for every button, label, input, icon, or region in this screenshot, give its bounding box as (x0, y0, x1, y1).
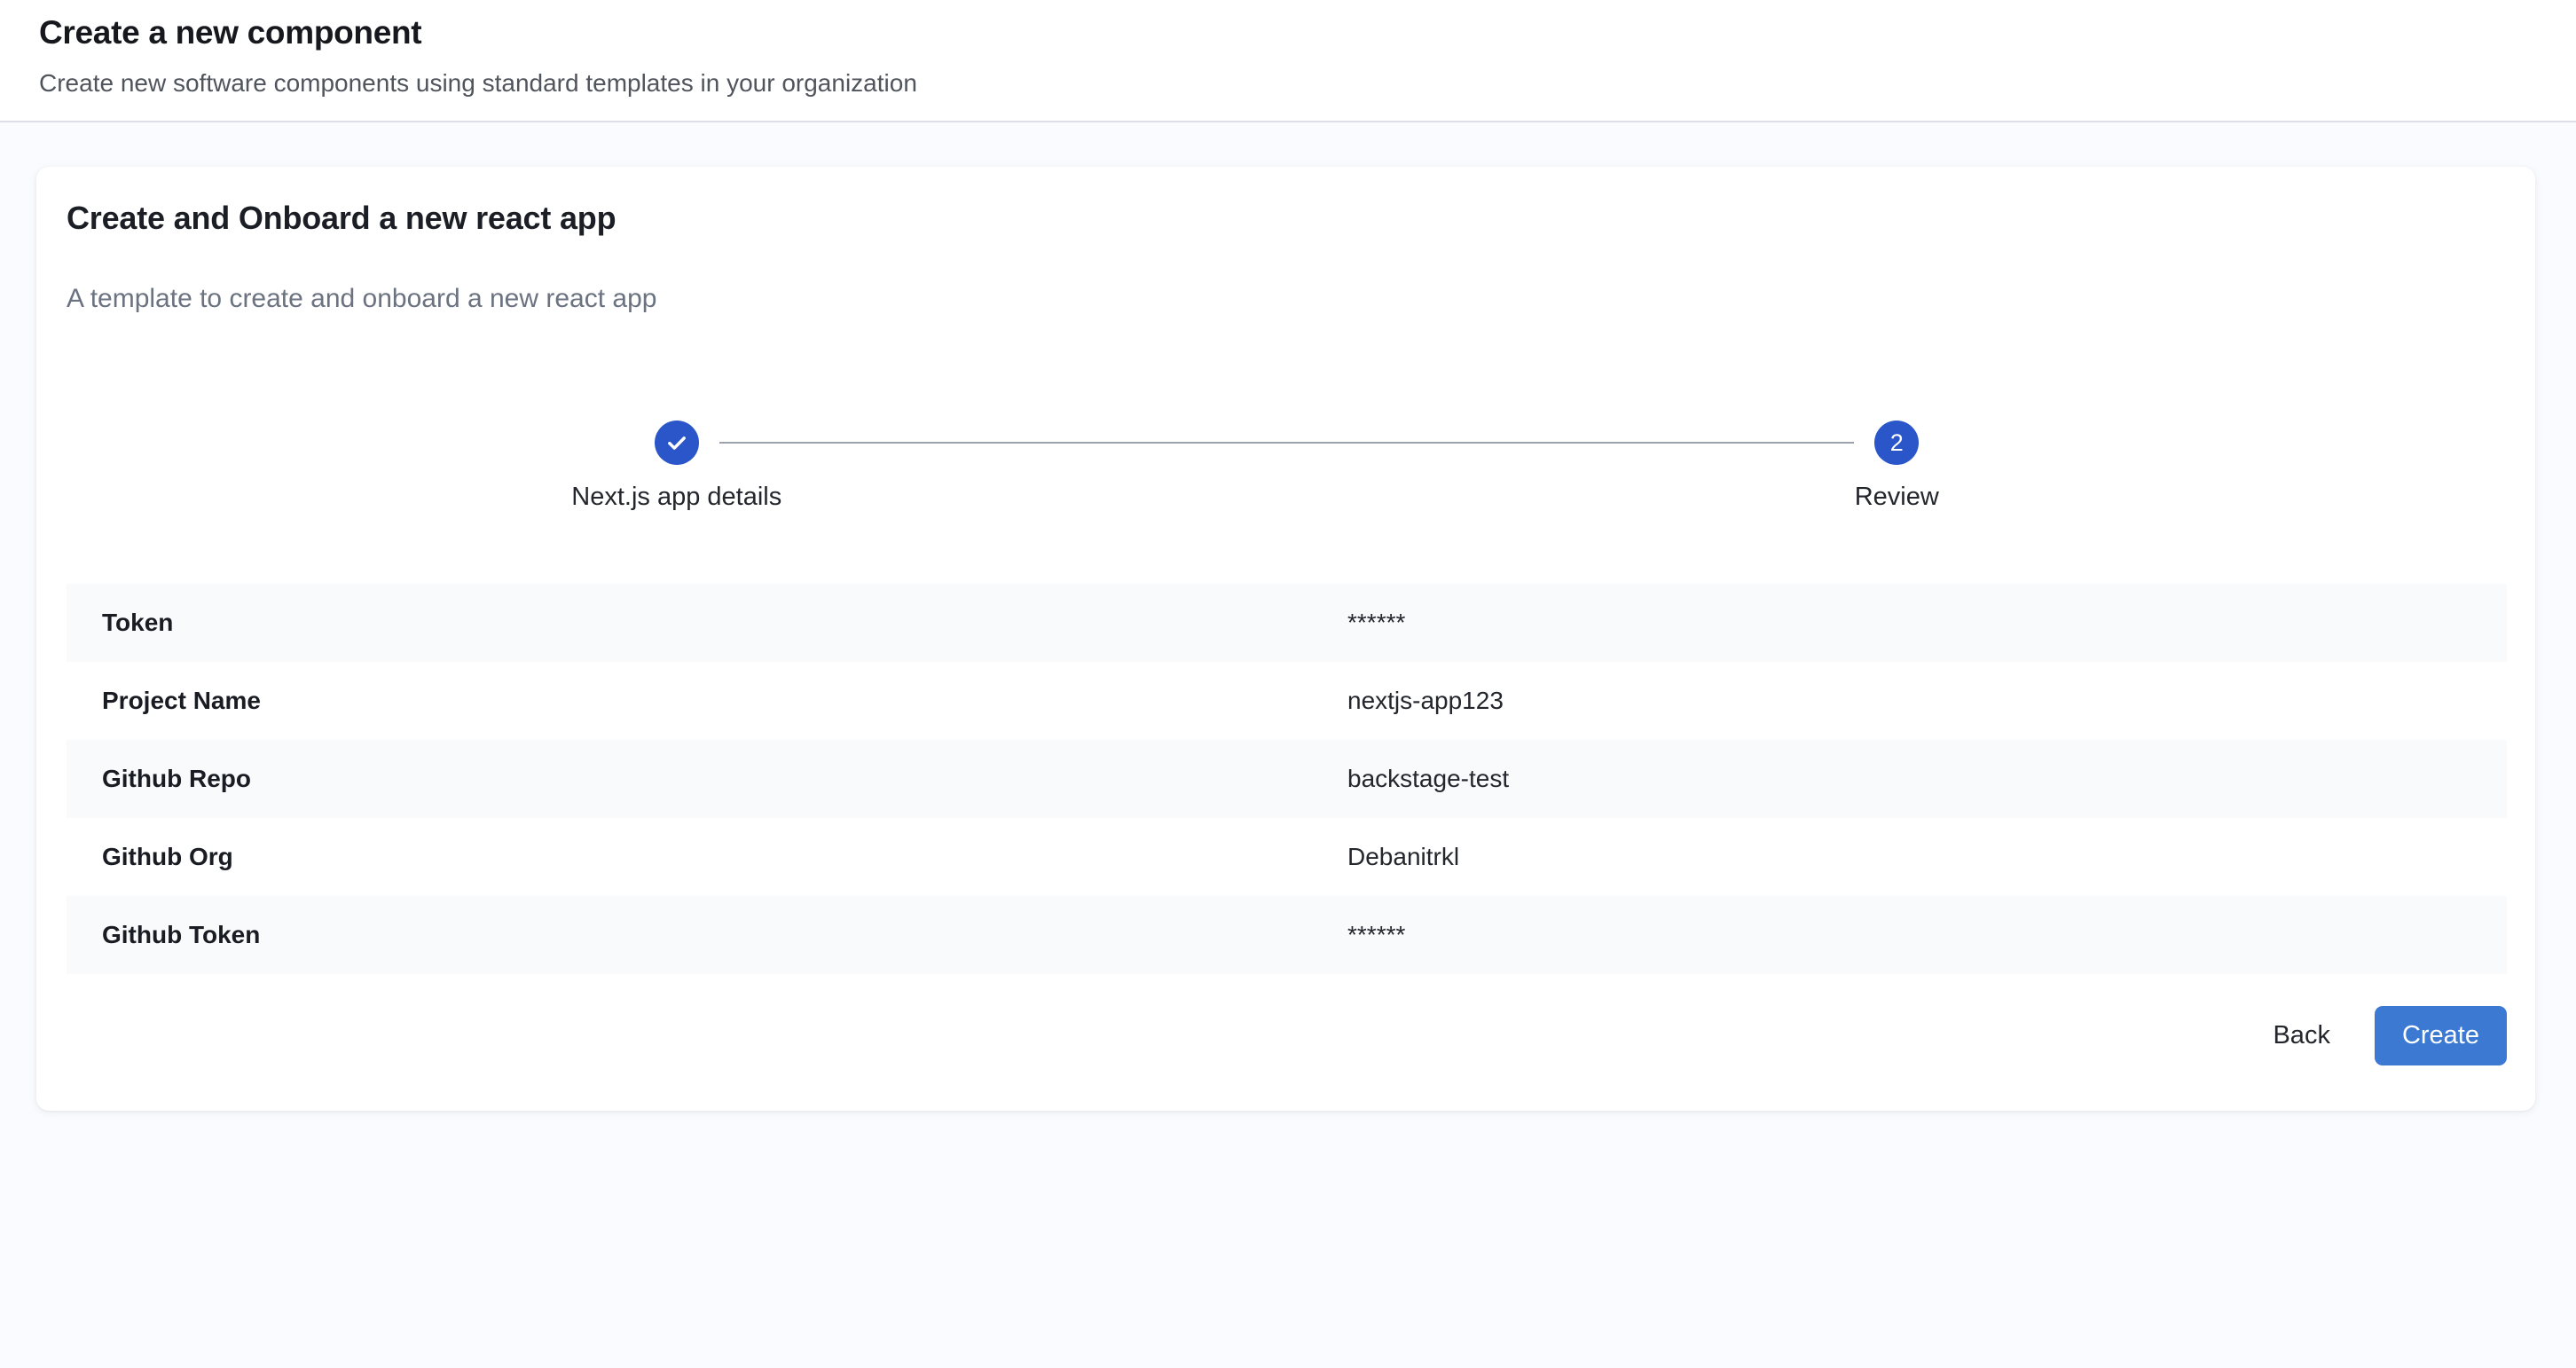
create-button[interactable]: Create (2375, 1006, 2507, 1065)
step-review: 2 Review (1287, 421, 2508, 513)
row-label: Github Org (102, 843, 1347, 871)
table-row: Token ****** (67, 584, 2507, 662)
table-row: Github Org Debanitrkl (67, 818, 2507, 896)
card-footer: Back Create (67, 1006, 2507, 1065)
step-completed-circle (655, 421, 699, 465)
row-value: backstage-test (1347, 765, 2471, 793)
page-title: Create a new component (39, 12, 2537, 53)
main-content: Create and Onboard a new react app A tem… (0, 122, 2576, 1111)
step-label-review: Review (1855, 481, 1939, 513)
back-button[interactable]: Back (2251, 1009, 2351, 1063)
row-value: Debanitrkl (1347, 843, 2471, 871)
page-subtitle: Create new software components using sta… (39, 67, 2537, 99)
row-value: ****** (1347, 921, 2471, 949)
table-row: Project Name nextjs-app123 (67, 662, 2507, 740)
template-card-subtitle: A template to create and onboard a new r… (67, 282, 2507, 316)
step-active-circle: 2 (1874, 421, 1919, 465)
row-value: nextjs-app123 (1347, 687, 2471, 715)
step-nextjs-app-details: Next.js app details (67, 421, 1287, 513)
row-label: Project Name (102, 687, 1347, 715)
step-number: 2 (1890, 431, 1904, 455)
stepper: Next.js app details 2 Review (67, 421, 2507, 513)
row-label: Github Repo (102, 765, 1347, 793)
template-card: Create and Onboard a new react app A tem… (36, 167, 2535, 1111)
check-icon (664, 430, 689, 455)
row-label: Token (102, 609, 1347, 637)
step-label-nextjs-app-details: Next.js app details (571, 481, 781, 513)
row-label: Github Token (102, 921, 1347, 949)
table-row: Github Token ****** (67, 896, 2507, 974)
stepper-connector-line (719, 442, 1855, 444)
review-table: Token ****** Project Name nextjs-app123 … (67, 584, 2507, 974)
page-header: Create a new component Create new softwa… (0, 0, 2576, 122)
row-value: ****** (1347, 609, 2471, 637)
table-row: Github Repo backstage-test (67, 740, 2507, 818)
template-card-title: Create and Onboard a new react app (67, 199, 2507, 238)
